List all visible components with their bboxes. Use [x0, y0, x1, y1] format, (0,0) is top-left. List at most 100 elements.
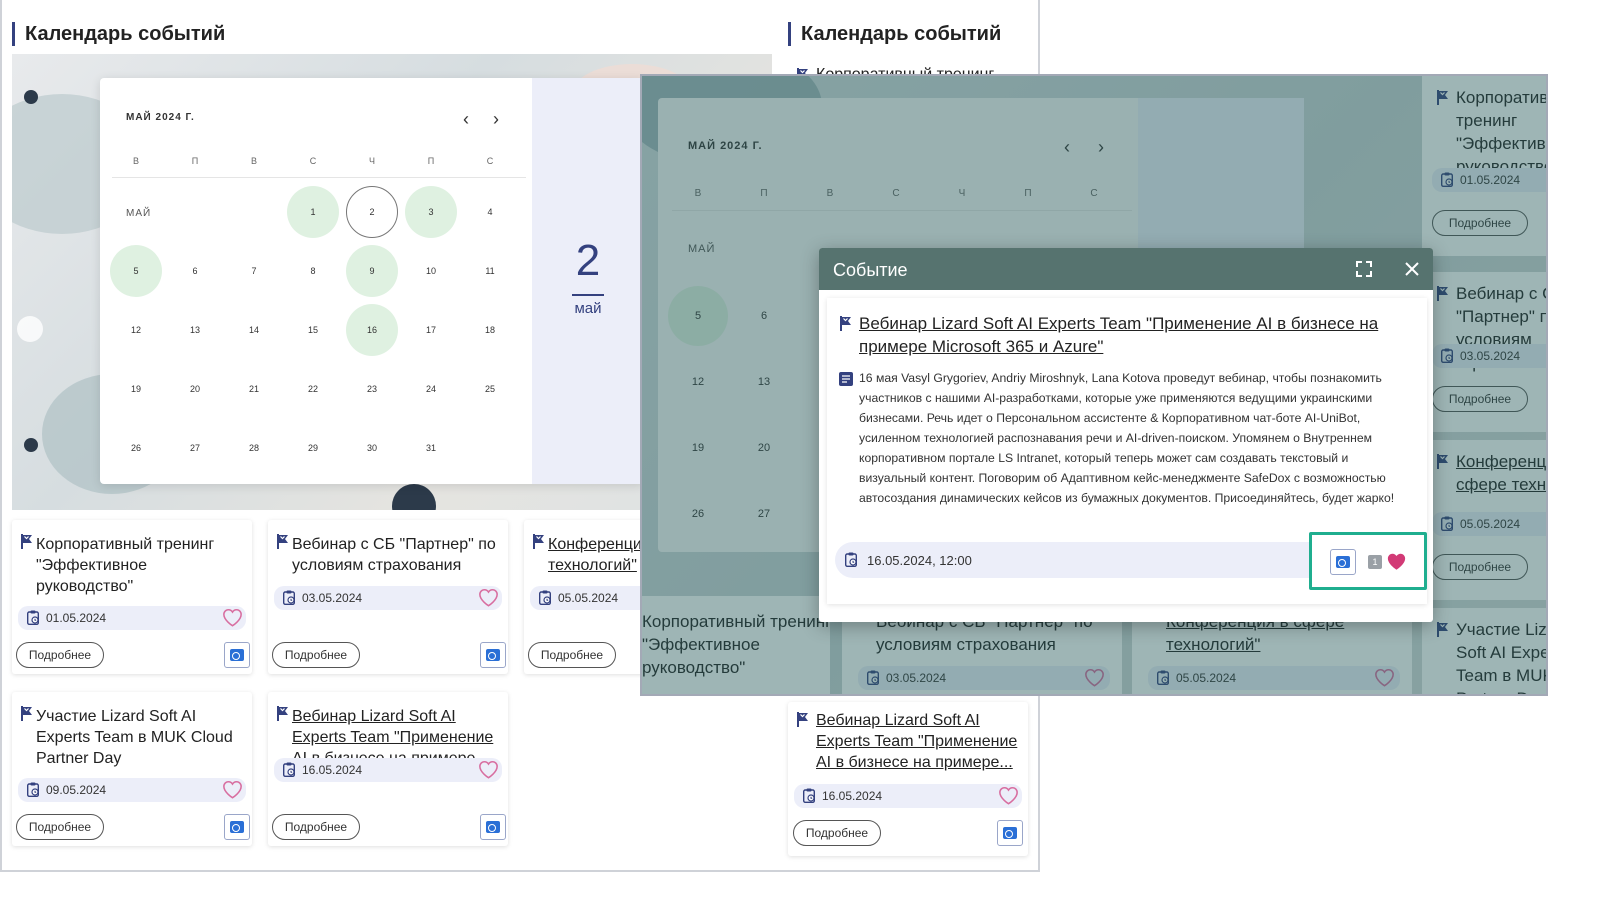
- weekday-label: С: [309, 156, 317, 166]
- event-date: 16.05.2024: [822, 789, 883, 803]
- event-date-bar: 01.05.2024: [18, 606, 246, 630]
- calendar-day[interactable]: 29: [287, 422, 339, 474]
- heart-icon[interactable]: [222, 608, 243, 627]
- calendar-day[interactable]: 13: [169, 304, 221, 356]
- close-icon[interactable]: [1405, 262, 1419, 276]
- calendar-day[interactable]: 5: [110, 245, 162, 297]
- weekday-label: В: [132, 156, 139, 166]
- outlook-icon[interactable]: [480, 642, 506, 668]
- weekday-label: П: [191, 156, 199, 166]
- event-card[interactable]: Конференция в сфере технологий" 05.05.20…: [524, 520, 650, 674]
- selected-day: 2: [575, 236, 601, 285]
- flag-icon: [20, 534, 33, 549]
- weekday-label: В: [250, 156, 257, 166]
- calendar-row-label: МАЙ: [126, 208, 152, 219]
- calendar-day[interactable]: 30: [346, 422, 398, 474]
- calendar-day[interactable]: 26: [110, 422, 162, 474]
- outlook-icon[interactable]: [997, 820, 1023, 846]
- heart-filled-icon[interactable]: [1386, 552, 1407, 571]
- outlook-icon[interactable]: [224, 642, 250, 668]
- calendar-day[interactable]: 24: [405, 363, 457, 415]
- calendar-month-label: МАЙ 2024 Г.: [126, 112, 195, 123]
- prev-month-button[interactable]: ‹: [457, 110, 475, 128]
- calendar-day[interactable]: 18: [464, 304, 516, 356]
- calendar-day[interactable]: 12: [110, 304, 162, 356]
- event-date-bar: 03.05.2024: [274, 586, 502, 610]
- calendar-day[interactable]: 10: [405, 245, 457, 297]
- calendar-icon: [539, 590, 551, 605]
- calendar-day[interactable]: 1: [287, 186, 339, 238]
- selected-date-panel: 2 май: [532, 78, 644, 484]
- calendar-icon: [803, 788, 815, 803]
- event-date: 03.05.2024: [302, 591, 363, 605]
- calendar-day[interactable]: 23: [346, 363, 398, 415]
- calendar-day[interactable]: 6: [169, 245, 221, 297]
- calendar-day[interactable]: 14: [228, 304, 280, 356]
- event-card[interactable]: Вебинар с СБ "Партнер" по условиям страх…: [268, 520, 508, 674]
- event-card[interactable]: Участие Lizard Soft AI Experts Team в MU…: [12, 692, 252, 846]
- calendar-widget: МАЙ 2024 Г. ‹ › ВПВСЧПС МАЙ 1 2 3 4 5 6 7 8 9 10 1…: [100, 78, 644, 484]
- calendar-icon: [283, 762, 295, 777]
- weekday-label: Ч: [369, 156, 375, 166]
- calendar-day[interactable]: 8: [287, 245, 339, 297]
- calendar-day[interactable]: 20: [169, 363, 221, 415]
- right-event-card[interactable]: Вебинар Lizard Soft AI Experts Team "При…: [788, 702, 1028, 856]
- more-button[interactable]: Подробнее: [793, 820, 881, 846]
- heart-icon[interactable]: [478, 588, 499, 607]
- calendar-day[interactable]: 22: [287, 363, 339, 415]
- event-card[interactable]: Корпоративный тренинг "Эффективное руков…: [12, 520, 252, 674]
- event-date: 09.05.2024: [46, 783, 107, 797]
- actions-highlight: 1: [1309, 532, 1427, 590]
- calendar-day[interactable]: 21: [228, 363, 280, 415]
- heart-icon[interactable]: [222, 780, 243, 799]
- event-date-bar: 09.05.2024: [18, 778, 246, 802]
- calendar-day[interactable]: 17: [405, 304, 457, 356]
- calendar-day[interactable]: 27: [169, 422, 221, 474]
- section-title-right: Календарь событий: [788, 22, 1001, 46]
- calendar-day[interactable]: 16: [346, 304, 398, 356]
- flag-icon: [532, 534, 545, 549]
- event-date: 05.05.2024: [558, 591, 619, 605]
- event-title[interactable]: Вебинар Lizard Soft AI Experts Team "При…: [816, 710, 1026, 773]
- calendar-day[interactable]: 7: [228, 245, 280, 297]
- calendar-day[interactable]: 19: [110, 363, 162, 415]
- calendar-day[interactable]: 28: [228, 422, 280, 474]
- heart-icon[interactable]: [998, 786, 1019, 805]
- calendar-icon: [283, 590, 295, 605]
- calendar-icon: [27, 782, 39, 797]
- event-date-bar: 05.05.2024: [530, 586, 650, 610]
- outlook-icon[interactable]: [480, 814, 506, 840]
- more-button[interactable]: Подробнее: [272, 642, 360, 668]
- event-card[interactable]: Вебинар Lizard Soft AI Experts Team "При…: [268, 692, 508, 846]
- event-title-link[interactable]: Вебинар Lizard Soft AI Experts Team "При…: [859, 312, 1407, 358]
- event-date-bar: 16.05.2024: [794, 784, 1022, 808]
- heart-icon[interactable]: [478, 760, 499, 779]
- event-datetime: 16.05.2024, 12:00: [867, 553, 972, 568]
- calendar-day[interactable]: 31: [405, 422, 457, 474]
- more-button[interactable]: Подробнее: [16, 814, 104, 840]
- more-button[interactable]: Подробнее: [16, 642, 104, 668]
- calendar-day[interactable]: 25: [464, 363, 516, 415]
- flag-icon: [796, 712, 809, 727]
- like-count: 1: [1368, 555, 1382, 569]
- outlook-icon[interactable]: [1330, 549, 1356, 575]
- flag-icon: [839, 316, 852, 331]
- calendar-icon: [845, 552, 857, 567]
- event-title[interactable]: Конференция в сфере технологий": [548, 534, 650, 576]
- section-title: Календарь событий: [12, 22, 225, 46]
- next-month-button[interactable]: ›: [487, 110, 505, 128]
- calendar-day[interactable]: 11: [464, 245, 516, 297]
- event-title: Вебинар с СБ "Партнер" по условиям страх…: [292, 536, 496, 574]
- weekday-label: С: [486, 156, 494, 166]
- outlook-icon[interactable]: [224, 814, 250, 840]
- calendar-day[interactable]: 4: [464, 186, 516, 238]
- calendar-day[interactable]: 3: [405, 186, 457, 238]
- more-button[interactable]: Подробнее: [528, 642, 616, 668]
- event-date: 16.05.2024: [302, 763, 363, 777]
- calendar-day[interactable]: 2: [346, 186, 398, 238]
- calendar-day[interactable]: 9: [346, 245, 398, 297]
- description-icon: [839, 372, 853, 386]
- calendar-day[interactable]: 15: [287, 304, 339, 356]
- more-button[interactable]: Подробнее: [272, 814, 360, 840]
- expand-icon[interactable]: [1355, 260, 1373, 278]
